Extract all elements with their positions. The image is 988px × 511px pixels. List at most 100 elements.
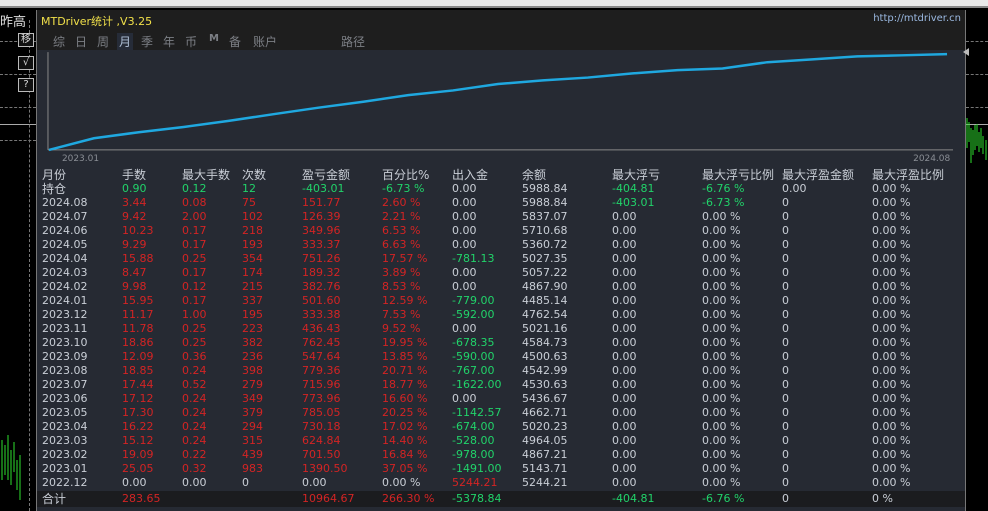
table-cell: 18.77 % [382,378,428,391]
table-cell: 2024.04 [42,252,88,265]
table-cell: 0.00 % [382,476,421,489]
table-cell: 1390.50 [302,462,348,475]
table-row: 2023.03 15.12 0.24 315 624.84 14.40 % -528.00 4… [37,434,965,448]
table-cell: 0 [782,238,789,251]
grid-line [966,107,988,108]
table-cell: -403.01 [612,196,655,209]
table-cell: 0.00 % [702,238,741,251]
table-cell: 0.00 % [872,406,911,419]
tab-2[interactable]: 周 [95,33,111,50]
table-cell: 333.37 [302,238,341,251]
tab-4[interactable]: 季 [139,33,155,50]
table-cell: 0 [782,266,789,279]
table-cell: 266.30 % [382,492,435,505]
table-cell: 337 [242,294,263,307]
period-tabs: 综日周月季年币 M 备账户 路径 [37,30,965,50]
table-row: 2024.07 9.42 2.00 102 126.39 2.21 % 0.00 5837.0… [37,210,965,224]
table-cell: 0.00 [782,182,807,195]
table-cell: 0.00 [612,280,637,293]
table-cell: 0.00 [612,462,637,475]
table-cell: 9.98 [122,280,147,293]
table-row: 2024.06 10.23 0.17 218 349.96 6.53 % 0.00 5710.… [37,224,965,238]
table-cell: 5837.07 [522,210,568,223]
table-cell: 0 [782,448,789,461]
table-cell: 2022.12 [42,476,88,489]
table-cell: 2024.07 [42,210,88,223]
table-cell: 0.17 [182,294,207,307]
table-cell: 0.00 [452,266,477,279]
table-cell: 189.32 [302,266,341,279]
table-cell: 25.05 [122,462,154,475]
table-cell: 0.00 [452,322,477,335]
table-cell: 2023.07 [42,378,88,391]
table-cell: 0.24 [182,364,207,377]
table-cell: -1491.00 [452,462,502,475]
table-cell: 0.00 % [872,224,911,237]
table-cell: 4867.90 [522,280,568,293]
table-cell: 0.00 % [872,462,911,475]
tab-0[interactable]: 综 [51,33,67,50]
table-cell: 983 [242,462,263,475]
tab-3[interactable]: 月 [117,33,134,50]
table-cell: 0.12 [182,182,207,195]
help-button[interactable]: ? [18,78,34,92]
table-cell: 5027.35 [522,252,568,265]
table-cell: 6.63 % [382,238,421,251]
table-cell: 16.84 % [382,448,428,461]
table-cell: 0.00 % [702,322,741,335]
table-cell: -6.73 % [382,182,425,195]
table-cell: 0.24 [182,434,207,447]
tab-5[interactable]: 年 [161,33,177,50]
table-cell: 17.12 [122,392,154,405]
table-cell: 5436.67 [522,392,568,405]
table-cell: 2.60 % [382,196,421,209]
table-cell: 4500.63 [522,350,568,363]
table-cell: 354 [242,252,263,265]
table-cell: 0.00 % [872,322,911,335]
table-row: 2024.03 8.47 0.17 174 189.32 3.89 % 0.00 5057.2… [37,266,965,280]
table-cell: 439 [242,448,263,461]
tab-7[interactable]: M [207,33,221,44]
tab-6[interactable]: 币 [183,33,199,50]
collapse-arrow-icon[interactable] [963,48,969,56]
price-bars-left [1,435,21,500]
table-cell: 0.24 [182,420,207,433]
table-cell: 0.25 [182,252,207,265]
table-cell: 0 [782,294,789,307]
move-button[interactable]: 移 [18,33,34,47]
table-row: 2023.08 18.85 0.24 398 779.36 20.71 % -767.00 4… [37,364,965,378]
website-link[interactable]: http://mtdriver.cn [873,13,961,24]
table-cell: 773.96 [302,392,341,405]
table-cell: 0.00 [612,406,637,419]
table-cell: 4584.73 [522,336,568,349]
table-cell: 0.17 [182,266,207,279]
table-cell: 0 [782,406,789,419]
tab-8[interactable]: 备 [227,33,243,50]
table-cell: 17.44 [122,378,154,391]
table-cell: 4762.54 [522,308,568,321]
table-row: 2024.04 15.88 0.25 354 751.26 17.57 % -781.13 5… [37,252,965,266]
table-cell: 0.00 % [872,294,911,307]
table-cell: 195 [242,308,263,321]
table-cell: 701.50 [302,448,341,461]
table-cell: 10.23 [122,224,154,237]
table-cell: 2023.11 [42,322,88,335]
tab-10[interactable]: 路径 [339,33,367,50]
top-toolbar [0,0,988,8]
table-cell: 349 [242,392,263,405]
title-bar[interactable]: MTDriver统计 ,V3.25 http://mtdriver.cn [37,10,965,30]
table-row: 2023.12 11.17 1.00 195 333.38 7.53 % -592.00 47… [37,308,965,322]
table-row: 2024.01 15.95 0.17 337 501.60 12.59 % -779.00 4… [37,294,965,308]
table-cell: 0.17 [182,224,207,237]
table-cell: 0.00 % [702,476,741,489]
table-cell: 151.77 [302,196,341,209]
table-cell: 0.00 [612,420,637,433]
table-cell: 18.85 [122,364,154,377]
tab-1[interactable]: 日 [73,33,89,50]
table-cell: 0.24 [182,392,207,405]
column-header: 最大浮亏 [612,168,661,182]
check-button[interactable]: √ [18,56,34,70]
equity-line [48,52,948,152]
tab-9[interactable]: 账户 [251,33,279,50]
table-cell: 0.00 % [702,336,741,349]
